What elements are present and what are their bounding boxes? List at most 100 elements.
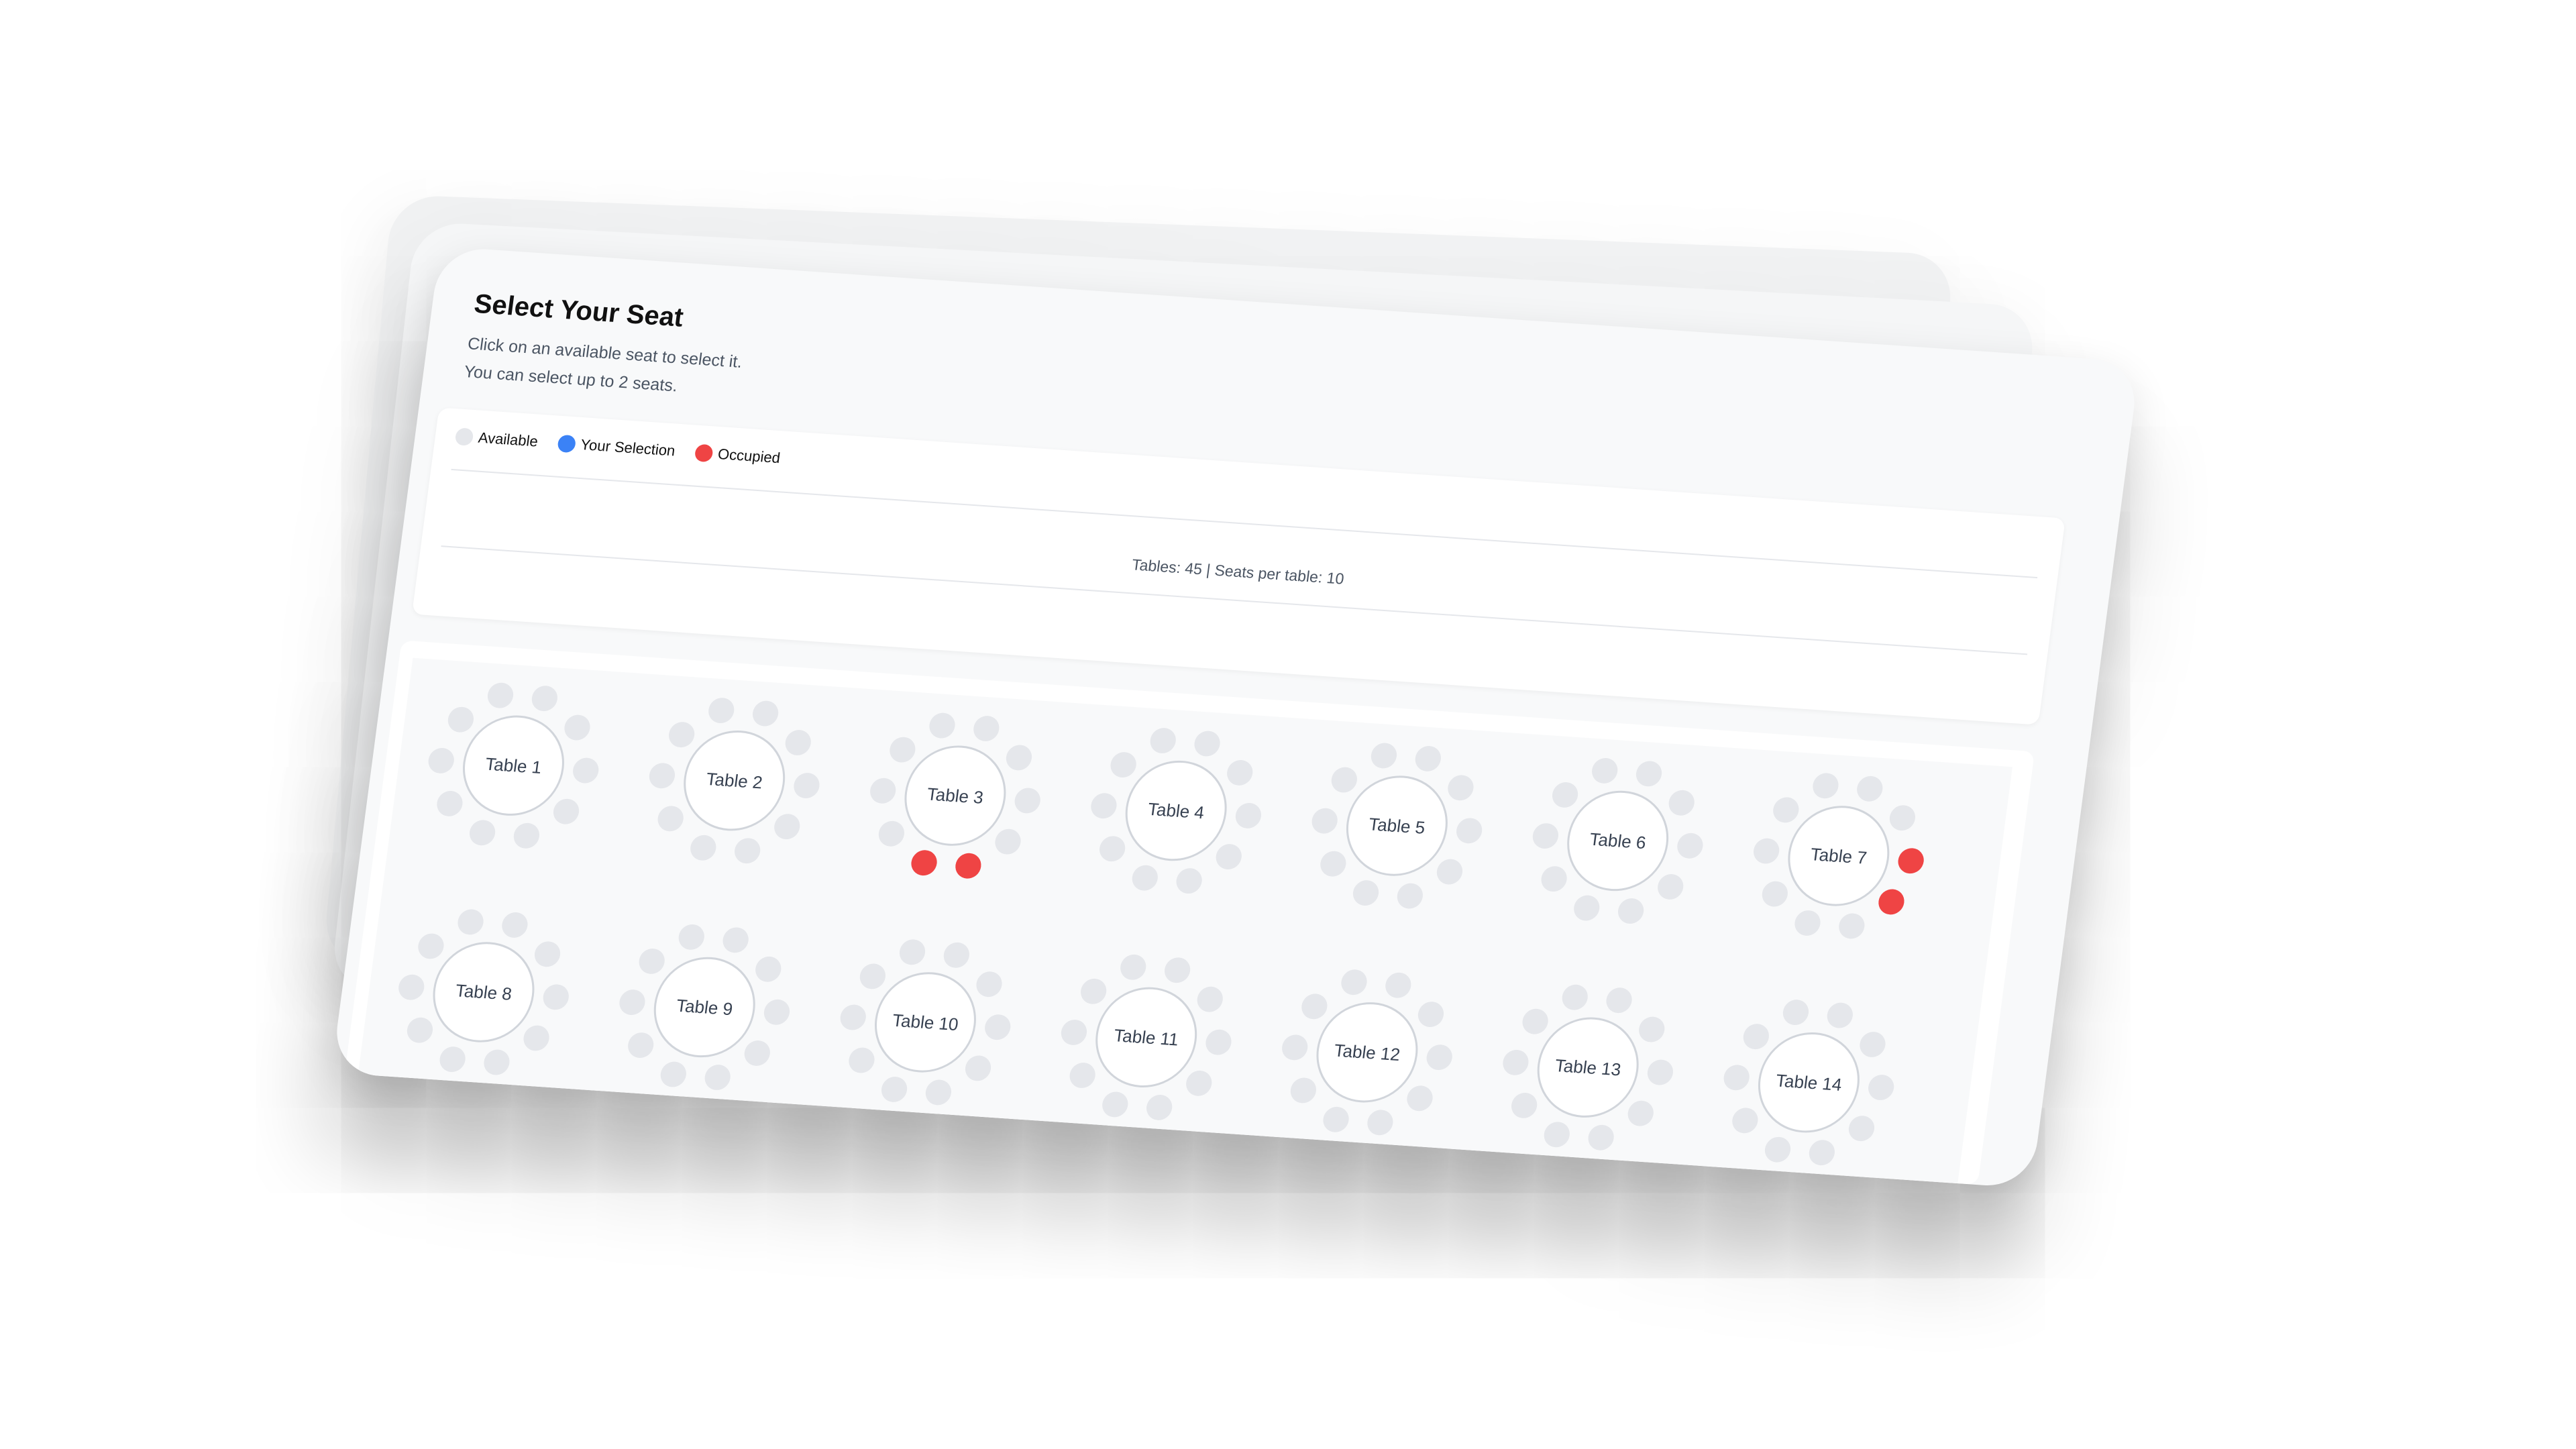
seat-available[interactable]	[1330, 765, 1358, 794]
seat-available[interactable]	[1763, 1136, 1792, 1163]
seat-available[interactable]	[468, 818, 497, 847]
seat-available[interactable]	[1454, 817, 1484, 845]
seat-available[interactable]	[1741, 1022, 1770, 1050]
seat-available[interactable]	[888, 735, 917, 763]
seat-available[interactable]	[563, 713, 592, 741]
seat-available[interactable]	[1847, 1115, 1876, 1142]
seat-available[interactable]	[667, 720, 696, 748]
seat-available[interactable]	[1617, 897, 1646, 924]
seat-available[interactable]	[1542, 1120, 1571, 1148]
seat-available[interactable]	[571, 757, 600, 784]
seat-available[interactable]	[858, 962, 888, 990]
seat-available[interactable]	[626, 1032, 655, 1059]
seat-available[interactable]	[1858, 1030, 1888, 1058]
seat-available[interactable]	[1351, 879, 1381, 906]
seat-available[interactable]	[1837, 912, 1867, 940]
seat-available[interactable]	[1089, 792, 1118, 820]
seat-available[interactable]	[1321, 1106, 1350, 1133]
seat-available[interactable]	[1792, 909, 1822, 936]
seat-available[interactable]	[1185, 1070, 1214, 1097]
seat-available[interactable]	[1590, 757, 1619, 785]
seat-available[interactable]	[416, 932, 445, 960]
seat-available[interactable]	[1501, 1049, 1530, 1077]
seat-available[interactable]	[1280, 1034, 1309, 1061]
seat-available[interactable]	[1299, 992, 1329, 1020]
seat-available[interactable]	[1226, 759, 1255, 786]
seat-available[interactable]	[1100, 1090, 1130, 1118]
seat-available[interactable]	[1605, 987, 1634, 1014]
seat-available[interactable]	[1656, 873, 1685, 901]
seat-available[interactable]	[647, 762, 677, 790]
seat-available[interactable]	[847, 1046, 876, 1075]
seat-available[interactable]	[446, 706, 476, 733]
seat-available[interactable]	[1318, 850, 1348, 878]
seat-available[interactable]	[963, 1055, 993, 1083]
seat-available[interactable]	[1446, 773, 1476, 802]
seat-available[interactable]	[1193, 730, 1222, 757]
seat-available[interactable]	[1145, 1093, 1174, 1121]
seat-available[interactable]	[655, 805, 685, 833]
seat-available[interactable]	[773, 813, 802, 841]
seat-available[interactable]	[792, 771, 821, 800]
seat-available[interactable]	[455, 908, 485, 936]
seat-available[interactable]	[1752, 837, 1781, 865]
seat-available[interactable]	[721, 926, 751, 954]
seat-available[interactable]	[1163, 957, 1192, 984]
seat-available[interactable]	[1435, 858, 1464, 886]
seat-available[interactable]	[1214, 843, 1244, 871]
seat-available[interactable]	[1811, 772, 1840, 800]
seat-available[interactable]	[1825, 1002, 1855, 1030]
seat-available[interactable]	[1550, 781, 1580, 808]
seat-available[interactable]	[1760, 880, 1789, 908]
seat-available[interactable]	[868, 777, 898, 804]
seat-available[interactable]	[1405, 1085, 1435, 1112]
seat-available[interactable]	[1369, 742, 1398, 769]
seat-available[interactable]	[396, 973, 426, 1001]
seat-available[interactable]	[1646, 1059, 1675, 1086]
seat-available[interactable]	[733, 837, 762, 865]
seat-available[interactable]	[1289, 1077, 1318, 1105]
seat-available[interactable]	[703, 1063, 733, 1091]
seat-available[interactable]	[435, 790, 464, 818]
seat-available[interactable]	[784, 729, 813, 756]
seat-available[interactable]	[1067, 1062, 1097, 1089]
seat-available[interactable]	[754, 955, 784, 983]
seat-available[interactable]	[927, 712, 957, 739]
seat-available[interactable]	[1097, 835, 1127, 863]
seat-available[interactable]	[676, 923, 706, 951]
seat-available[interactable]	[486, 682, 515, 710]
seat-available[interactable]	[1425, 1043, 1454, 1071]
seat-available[interactable]	[405, 1016, 434, 1044]
seat-available[interactable]	[1771, 796, 1801, 824]
seat-available[interactable]	[1722, 1064, 1752, 1091]
seat-available[interactable]	[1148, 727, 1177, 755]
seat-available[interactable]	[1866, 1073, 1896, 1102]
seat-available[interactable]	[1856, 775, 1885, 803]
seat-available[interactable]	[1667, 789, 1697, 816]
seat-available[interactable]	[551, 798, 581, 826]
seat-available[interactable]	[1781, 999, 1810, 1026]
seat-available[interactable]	[1079, 977, 1108, 1005]
seat-available[interactable]	[1539, 865, 1568, 893]
seat-available[interactable]	[1204, 1028, 1233, 1056]
seat-available[interactable]	[1638, 1015, 1667, 1043]
seat-available[interactable]	[1626, 1100, 1656, 1128]
seat-available[interactable]	[522, 1024, 551, 1053]
seat-available[interactable]	[1675, 832, 1705, 859]
seat-available[interactable]	[1413, 745, 1443, 773]
seat-available[interactable]	[1572, 894, 1601, 922]
seat-available[interactable]	[437, 1045, 467, 1073]
seat-available[interactable]	[500, 912, 530, 939]
seat-available[interactable]	[1175, 867, 1204, 895]
seat-available[interactable]	[942, 941, 971, 969]
seat-available[interactable]	[1059, 1018, 1089, 1046]
seat-available[interactable]	[751, 700, 780, 728]
seat-available[interactable]	[1634, 760, 1664, 788]
seat-available[interactable]	[1195, 985, 1225, 1013]
seat-available[interactable]	[1108, 751, 1138, 778]
seat-available[interactable]	[618, 988, 647, 1016]
seat-available[interactable]	[1004, 743, 1034, 771]
seat-available[interactable]	[706, 697, 736, 724]
seat-available[interactable]	[1339, 969, 1368, 996]
seat-available[interactable]	[1384, 971, 1413, 1000]
